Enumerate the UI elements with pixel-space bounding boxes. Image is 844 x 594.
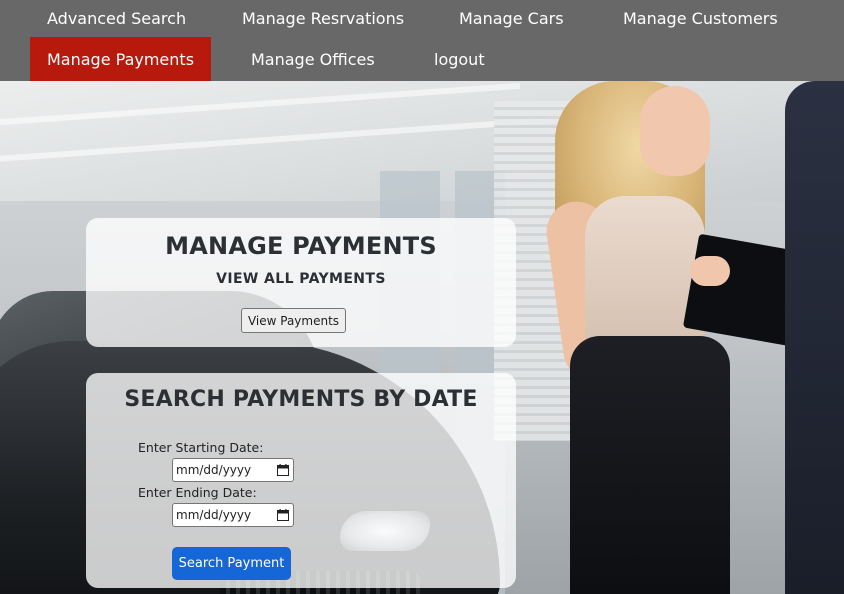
- manage-payments-card: MANAGE PAYMENTS VIEW ALL PAYMENTS View P…: [86, 218, 516, 347]
- face: [640, 86, 710, 176]
- nav-manage-customers[interactable]: Manage Customers: [606, 0, 795, 43]
- end-date-value: mm/dd/yyyy: [176, 508, 252, 522]
- hand: [690, 256, 730, 286]
- view-payments-button[interactable]: View Payments: [241, 308, 346, 333]
- end-date-label: Enter Ending Date:: [138, 485, 257, 500]
- calendar-icon[interactable]: [277, 464, 289, 476]
- nav-logout[interactable]: logout: [417, 37, 502, 80]
- nav-manage-payments[interactable]: Manage Payments: [30, 37, 212, 81]
- view-all-payments-subtitle: VIEW ALL PAYMENTS: [216, 271, 386, 287]
- calendar-icon[interactable]: [277, 509, 289, 521]
- start-date-input[interactable]: mm/dd/yyyy: [172, 458, 294, 482]
- start-date-label: Enter Starting Date:: [138, 440, 264, 455]
- nav-manage-offices[interactable]: Manage Offices: [234, 37, 392, 80]
- search-payments-card: SEARCH PAYMENTS BY DATE Enter Starting D…: [86, 373, 516, 588]
- woman-figure: [542, 81, 735, 594]
- skirt: [570, 336, 730, 594]
- end-date-input[interactable]: mm/dd/yyyy: [172, 503, 294, 527]
- man-figure: [785, 81, 844, 594]
- top-navigation: Advanced Search Manage Resrvations Manag…: [0, 0, 844, 81]
- manage-payments-title: MANAGE PAYMENTS: [165, 232, 437, 260]
- start-date-value: mm/dd/yyyy: [176, 463, 252, 477]
- search-payments-title: SEARCH PAYMENTS BY DATE: [124, 387, 478, 412]
- search-payment-button[interactable]: Search Payment: [172, 547, 291, 580]
